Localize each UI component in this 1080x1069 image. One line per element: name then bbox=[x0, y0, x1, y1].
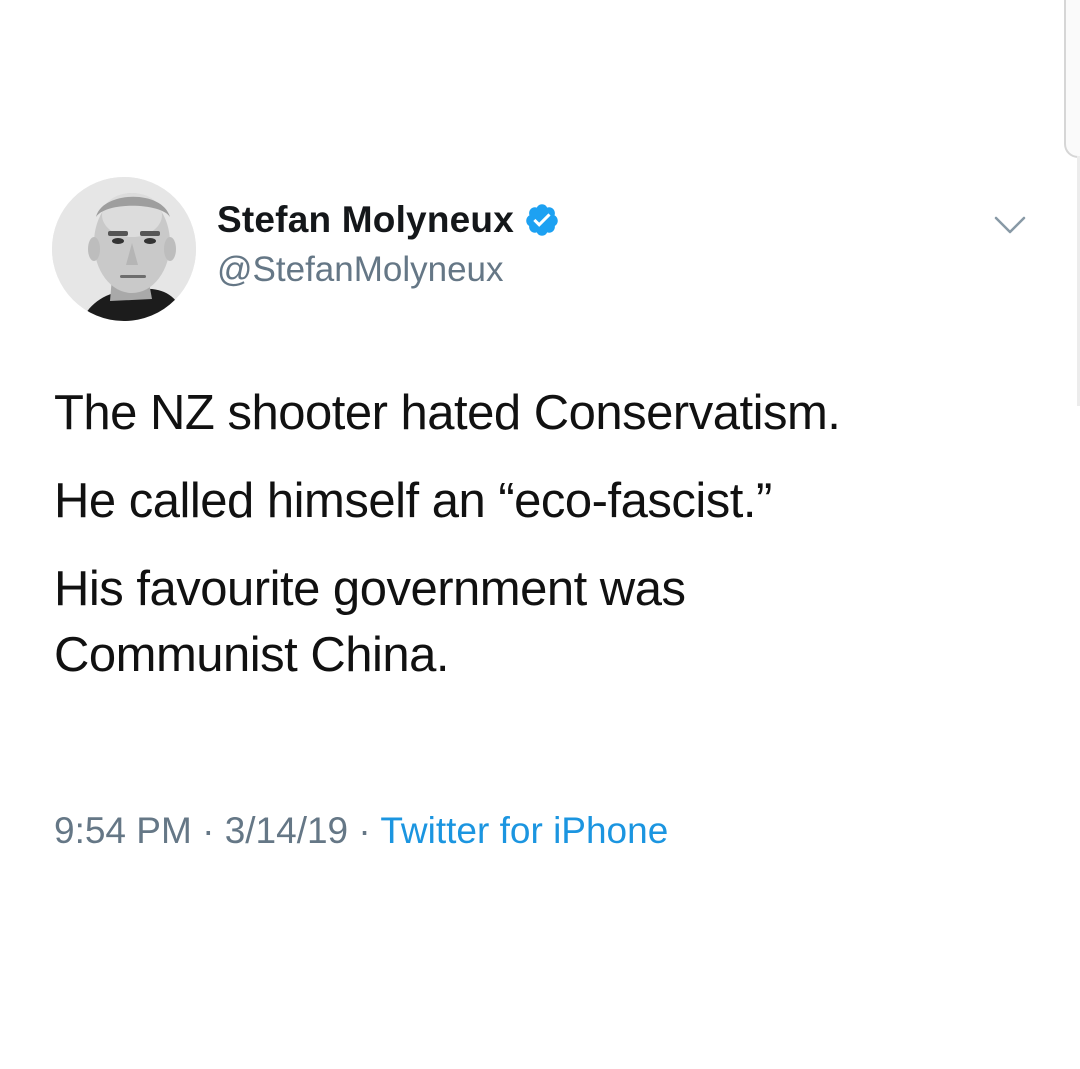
avatar-image bbox=[52, 177, 196, 321]
tweet-source-link[interactable]: Twitter for iPhone bbox=[380, 810, 668, 851]
tweet-metadata: 9:54 PM · 3/14/19 · Twitter for iPhone bbox=[54, 810, 668, 852]
tweet-paragraph: The NZ shooter hated Conservatism. bbox=[54, 386, 841, 440]
tweet-text: The NZ shooter hated Conservatism. He ca… bbox=[54, 380, 1034, 710]
tweet-time[interactable]: 9:54 PM bbox=[54, 810, 192, 851]
user-handle[interactable]: @StefanMolyneux bbox=[217, 250, 504, 290]
author-name-row[interactable]: Stefan Molyneux bbox=[217, 194, 560, 246]
tweet-paragraph: He called himself an “eco-fascist.” bbox=[54, 474, 772, 528]
scroll-edge bbox=[1064, 0, 1080, 158]
chevron-down-icon[interactable] bbox=[990, 212, 1030, 240]
meta-separator: · bbox=[202, 810, 215, 851]
avatar[interactable] bbox=[52, 177, 196, 321]
meta-separator: · bbox=[358, 810, 371, 851]
tweet-paragraph: His favourite government was Communist C… bbox=[54, 562, 686, 682]
tweet-date[interactable]: 3/14/19 bbox=[225, 810, 348, 851]
display-name[interactable]: Stefan Molyneux bbox=[217, 199, 514, 241]
verified-badge-icon bbox=[526, 204, 558, 236]
